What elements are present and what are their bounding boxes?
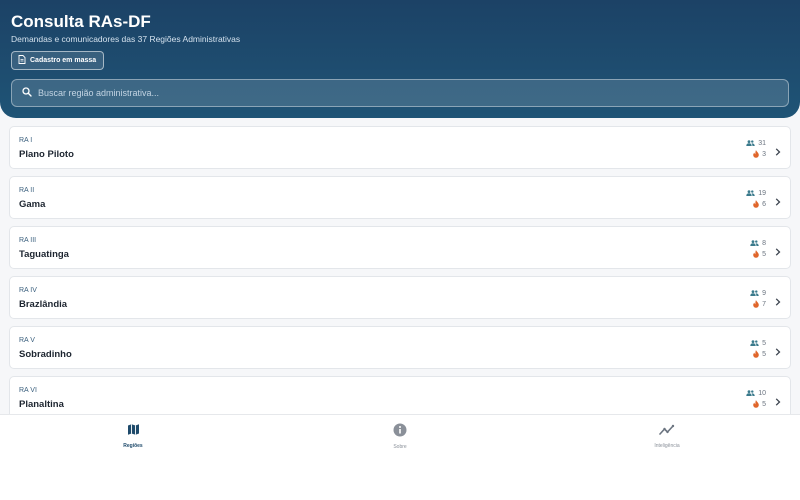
people-icon — [750, 339, 759, 348]
nav-tab-sobre[interactable]: Sobre — [360, 423, 440, 450]
chevron-right-icon — [775, 143, 781, 161]
demands-count: 3 — [726, 149, 766, 160]
region-code: RA III — [19, 237, 37, 244]
demands-count: 7 — [726, 299, 766, 310]
demands-count: 5 — [726, 249, 766, 260]
region-card-taguatinga[interactable]: RA III Taguatinga 8 5 — [9, 226, 791, 269]
chevron-right-icon — [775, 343, 781, 361]
flame-icon — [753, 349, 759, 360]
region-code: RA VI — [19, 387, 37, 394]
trend-icon — [659, 423, 675, 440]
communicators-count: 10 — [726, 388, 766, 399]
flame-icon — [753, 249, 759, 260]
nav-label: Regiões — [123, 443, 143, 449]
region-card-gama[interactable]: RA II Gama 19 6 — [9, 176, 791, 219]
info-icon — [393, 423, 407, 441]
nav-tab-regioes[interactable]: Regiões — [93, 423, 173, 449]
demands-count: 6 — [726, 199, 766, 210]
chevron-right-icon — [775, 293, 781, 311]
region-card-planaltina[interactable]: RA VI Planaltina 10 5 — [9, 376, 791, 414]
demands-count: 5 — [726, 399, 766, 410]
region-name: Brazlândia — [19, 299, 68, 310]
bottom-nav: Regiões Sobre Inteligência — [0, 414, 800, 500]
people-icon — [750, 239, 759, 248]
flame-icon — [753, 199, 759, 210]
region-name: Gama — [19, 199, 46, 210]
communicators-count: 5 — [726, 338, 766, 349]
bulk-register-button[interactable]: Cadastro em massa — [11, 51, 105, 70]
search-input[interactable] — [38, 88, 738, 98]
chevron-right-icon — [775, 193, 781, 211]
nav-label: Inteligência — [654, 443, 680, 449]
region-card-plano-piloto[interactable]: RA I Plano Piloto 31 3 — [9, 126, 791, 169]
flame-icon — [753, 399, 759, 410]
region-name: Planaltina — [19, 399, 64, 410]
people-icon — [746, 139, 755, 148]
chevron-right-icon — [775, 393, 781, 411]
people-icon — [746, 389, 755, 398]
page-title: Consulta RAs-DF — [11, 12, 151, 31]
communicators-count: 9 — [726, 288, 766, 299]
app-header: Consulta RAs-DF Demandas e comunicadores… — [0, 0, 800, 118]
region-list: RA I Plano Piloto 31 3 RA II Gama 19 6 R… — [9, 126, 791, 414]
flame-icon — [753, 149, 759, 160]
region-name: Plano Piloto — [19, 149, 74, 160]
chevron-right-icon — [775, 243, 781, 261]
search-bar[interactable] — [11, 79, 789, 107]
region-code: RA V — [19, 337, 35, 344]
region-card-brazlandia[interactable]: RA IV Brazlândia 9 7 — [9, 276, 791, 319]
region-code: RA II — [19, 187, 35, 194]
region-code: RA I — [19, 137, 33, 144]
page-subtitle: Demandas e comunicadores das 37 Regiões … — [11, 34, 241, 44]
flame-icon — [753, 299, 759, 310]
communicators-count: 31 — [726, 138, 766, 149]
communicators-count: 19 — [726, 188, 766, 199]
bulk-register-label: Cadastro em massa — [30, 57, 97, 64]
region-code: RA IV — [19, 287, 37, 294]
nav-label: Sobre — [393, 444, 407, 450]
region-card-sobradinho[interactable]: RA V Sobradinho 5 5 — [9, 326, 791, 369]
document-icon — [18, 55, 26, 66]
demands-count: 5 — [726, 349, 766, 360]
communicators-count: 8 — [726, 238, 766, 249]
nav-tab-inteligencia[interactable]: Inteligência — [627, 423, 707, 449]
search-icon — [22, 84, 32, 102]
people-icon — [750, 289, 759, 298]
people-icon — [746, 189, 755, 198]
region-name: Taguatinga — [19, 249, 69, 260]
region-name: Sobradinho — [19, 349, 72, 360]
map-icon — [127, 423, 140, 440]
